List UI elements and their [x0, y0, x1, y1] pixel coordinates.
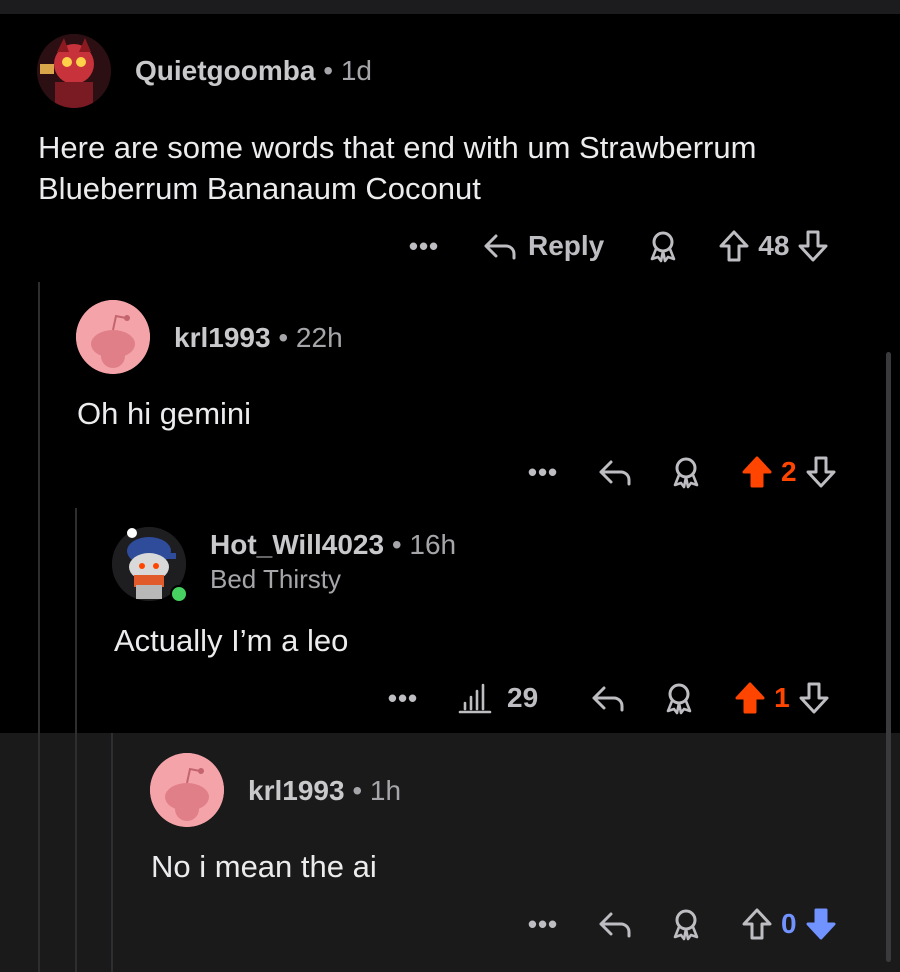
avatar[interactable] — [150, 753, 224, 827]
username[interactable]: krl1993 — [248, 775, 345, 806]
separator-dot: • — [352, 775, 363, 806]
upvote-active-icon — [735, 682, 765, 714]
comment-age: 1d — [340, 55, 372, 86]
more-options-button[interactable]: ••• — [387, 685, 419, 711]
comment-body: Here are some words that end with um Str… — [38, 130, 757, 206]
upvote-button[interactable] — [741, 907, 773, 941]
downvote-icon — [798, 230, 828, 262]
award-icon — [673, 909, 699, 941]
more-options-button[interactable]: ••• — [408, 233, 440, 259]
bar-chart-icon — [458, 683, 492, 714]
scrollbar[interactable] — [886, 352, 891, 962]
username[interactable]: Hot_Will4023 — [210, 529, 384, 560]
reply-icon — [484, 234, 516, 260]
reply-icon — [599, 460, 631, 486]
vote-score: 48 — [758, 230, 790, 261]
view-stats-button[interactable]: 29 — [457, 681, 538, 715]
downvote-icon — [806, 456, 836, 488]
upvote-button[interactable] — [741, 455, 773, 489]
thread-line-level-3[interactable] — [111, 733, 113, 972]
avatar[interactable] — [76, 300, 150, 374]
vote-score: 2 — [781, 456, 797, 487]
vote-score: 1 — [774, 682, 790, 713]
reply-icon — [599, 912, 631, 938]
character-avatar-icon — [37, 34, 111, 108]
upvote-button[interactable] — [718, 229, 750, 263]
upvote-active-icon — [742, 456, 772, 488]
award-icon — [650, 231, 676, 263]
online-status-indicator — [170, 585, 188, 603]
reply-button[interactable]: Reply — [482, 230, 604, 262]
downvote-button[interactable] — [805, 455, 837, 489]
avatar[interactable] — [37, 34, 111, 108]
downvote-icon — [799, 682, 829, 714]
comment-body: No i mean the ai — [151, 849, 377, 884]
comment-age: 22h — [295, 322, 343, 353]
thread-line-level-2[interactable] — [75, 508, 77, 972]
award-icon — [666, 683, 692, 715]
more-options-button[interactable]: ••• — [527, 911, 559, 937]
snoo-avatar-icon — [150, 753, 224, 827]
comment-body: Actually I’m a leo — [114, 623, 349, 658]
reply-label: Reply — [528, 230, 605, 261]
comment-age: 16h — [409, 529, 457, 560]
downvote-active-icon — [806, 908, 836, 940]
view-count: 29 — [507, 682, 539, 713]
downvote-button[interactable] — [798, 681, 830, 715]
upvote-icon — [742, 908, 772, 940]
vote-score: 0 — [781, 908, 797, 939]
award-button[interactable] — [669, 455, 703, 489]
downvote-button[interactable] — [797, 229, 829, 263]
award-button[interactable] — [662, 681, 696, 715]
upvote-button[interactable] — [734, 681, 766, 715]
username[interactable]: krl1993 — [174, 322, 271, 353]
separator-dot: • — [391, 529, 402, 560]
downvote-button[interactable] — [805, 907, 837, 941]
reply-icon — [592, 686, 624, 712]
thread-line-level-1[interactable] — [38, 282, 40, 972]
reply-button[interactable] — [590, 682, 626, 714]
comment-age: 1h — [369, 775, 402, 806]
top-bar — [0, 0, 900, 14]
award-button[interactable] — [646, 229, 680, 263]
username[interactable]: Quietgoomba — [135, 55, 315, 86]
user-flair: Bed Thirsty — [210, 564, 342, 594]
separator-dot: • — [278, 322, 289, 353]
award-button[interactable] — [669, 907, 703, 941]
comment-body: Oh hi gemini — [77, 396, 252, 431]
more-options-button[interactable]: ••• — [527, 459, 559, 485]
avatar[interactable] — [112, 527, 188, 603]
separator-dot: • — [323, 55, 334, 86]
award-icon — [673, 457, 699, 489]
reply-button[interactable] — [597, 908, 633, 940]
snoo-avatar-icon — [76, 300, 150, 374]
reply-button[interactable] — [597, 456, 633, 488]
upvote-icon — [719, 230, 749, 262]
